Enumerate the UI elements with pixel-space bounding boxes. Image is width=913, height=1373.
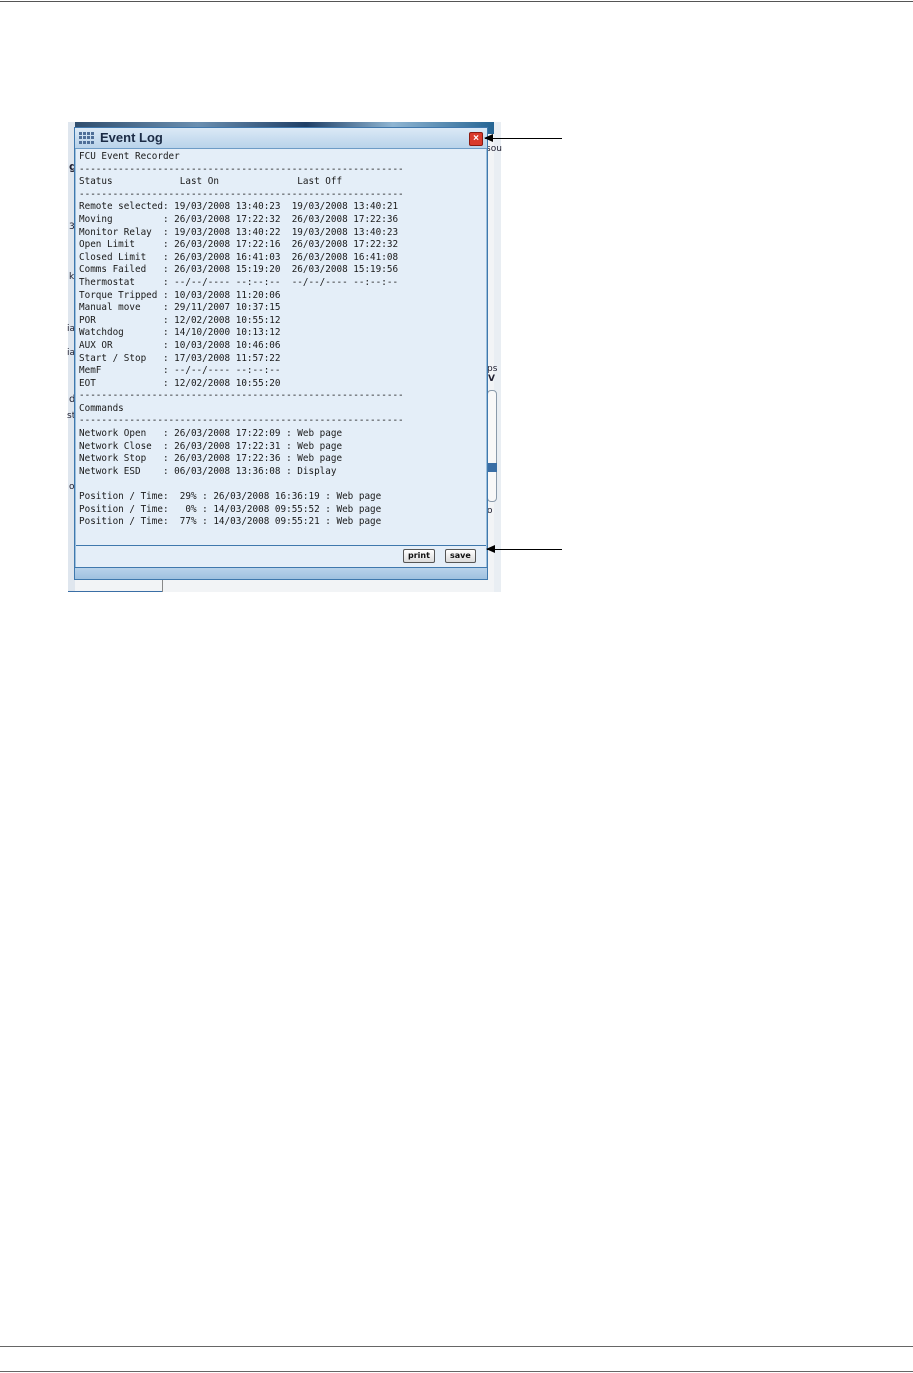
dialog-footer: print save: [76, 546, 486, 566]
event-log-text: FCU Event Recorder ----------------------…: [76, 149, 486, 529]
save-button[interactable]: save: [445, 549, 476, 563]
background-divider: [162, 580, 163, 592]
log-line: POR : 12/02/2008 10:55:12: [79, 314, 281, 326]
dialog-titlebar[interactable]: Event Log ×: [75, 128, 487, 149]
callout-arrow-close: [484, 134, 562, 142]
page-top-rule: [0, 1, 913, 2]
background-slider-track: [487, 390, 497, 502]
event-log-content[interactable]: FCU Event Recorder ----------------------…: [76, 149, 486, 546]
log-line: ----------------------------------------…: [79, 415, 404, 427]
log-line: Network Close : 26/03/2008 17:22:31 : We…: [79, 440, 343, 452]
log-line: ----------------------------------------…: [79, 390, 404, 402]
log-line: Watchdog : 14/10/2000 10:13:12: [79, 327, 281, 339]
log-line: AUX OR : 10/03/2008 10:46:06: [79, 339, 281, 351]
grid-icon: [79, 132, 95, 144]
log-line: Torque Tripped : 10/03/2008 11:20:06: [79, 289, 281, 301]
log-line: Manual move : 29/11/2007 10:37:15: [79, 302, 281, 314]
log-line: Closed Limit : 26/03/2008 16:41:03 26/03…: [79, 251, 399, 263]
log-line: Thermostat : --/--/---- --:--:-- --/--/-…: [79, 276, 399, 288]
log-line: Monitor Relay : 19/03/2008 13:40:22 19/0…: [79, 226, 399, 238]
log-line: Network Stop : 26/03/2008 17:22:36 : Web…: [79, 453, 343, 465]
log-line: ----------------------------------------…: [79, 188, 404, 200]
log-line: Position / Time: 77% : 14/03/2008 09:55:…: [79, 516, 382, 528]
log-line: Network ESD : 06/03/2008 13:36:08 : Disp…: [79, 465, 337, 477]
callout-arrow-buttons: [486, 545, 562, 553]
log-line: FCU Event Recorder: [79, 151, 180, 162]
background-text-fragment: V: [488, 374, 495, 384]
log-line: Commands: [79, 402, 124, 414]
log-line: Status Last On Last Off: [79, 176, 343, 188]
log-line: Network Open : 26/03/2008 17:22:09 : Web…: [79, 428, 343, 440]
log-line: MemF : --/--/---- --:--:--: [79, 365, 281, 377]
background-tab-underline: [68, 591, 163, 592]
log-line: Remote selected: 19/03/2008 13:40:23 19/…: [79, 201, 399, 213]
log-line: Position / Time: 0% : 14/03/2008 09:55:5…: [79, 503, 382, 515]
print-button[interactable]: print: [403, 549, 435, 563]
log-line: EOT : 12/02/2008 10:55:20: [79, 377, 281, 389]
log-line: Start / Stop : 17/03/2008 11:57:22: [79, 352, 281, 364]
log-line: Moving : 26/03/2008 17:22:32 26/03/2008 …: [79, 213, 399, 225]
background-right-column: [494, 122, 501, 592]
dialog-title: Event Log: [100, 130, 163, 145]
log-line: ----------------------------------------…: [79, 163, 404, 175]
log-line: Comms Failed : 26/03/2008 15:19:20 26/03…: [79, 264, 399, 276]
close-icon[interactable]: ×: [469, 132, 483, 146]
page-bottom-rule: [0, 1371, 913, 1372]
background-text-fragment: sou: [486, 144, 502, 154]
background-text-fragment: ps: [487, 364, 498, 374]
page-footer-rule: [0, 1346, 913, 1347]
dialog-status-bar: [75, 567, 487, 579]
event-log-dialog: Event Log × FCU Event Recorder ----------…: [74, 127, 488, 580]
log-line: Position / Time: 29% : 26/03/2008 16:36:…: [79, 491, 382, 503]
log-line: Open Limit : 26/03/2008 17:22:16 26/03/2…: [79, 239, 399, 251]
background-slider-knob: [487, 463, 497, 472]
